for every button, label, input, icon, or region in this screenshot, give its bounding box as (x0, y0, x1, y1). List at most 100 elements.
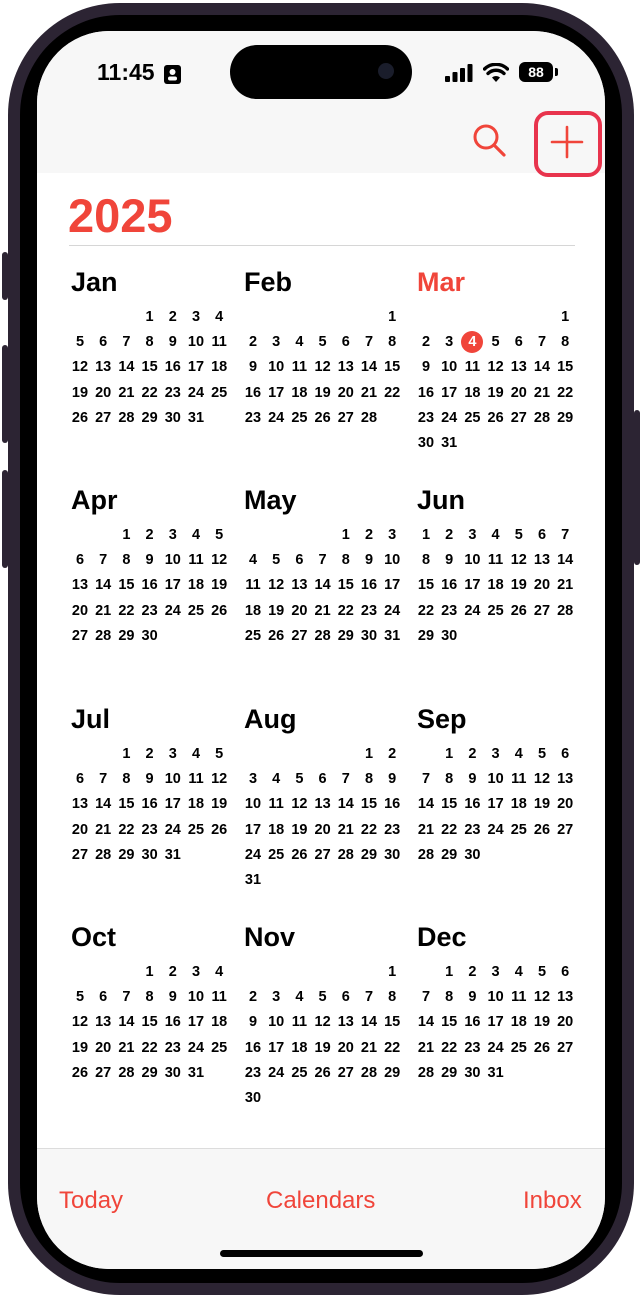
day-cell: 9 (248, 359, 258, 376)
day-cell: 19 (71, 384, 89, 401)
day-cell: 18 (291, 1039, 308, 1056)
month-sep[interactable]: Sep 1 2 3 4 5 6 7 8 9 10 11 12 13 14 15 16 17 18 19 20 21 22 23… (415, 704, 579, 914)
day-cell: 17 (268, 1039, 285, 1056)
day-cell: 17 (187, 359, 205, 376)
home-indicator[interactable] (220, 1250, 423, 1257)
dynamic-island (230, 45, 412, 99)
day-cell: 4 (272, 771, 281, 788)
day-cell: 17 (384, 577, 401, 594)
month-mar[interactable]: Mar 1 2 3 4 5 6 7 8 9 10 11 12 13 14 15 16 17 18 19 20 21 22 23… (415, 267, 579, 477)
day-cell: 23 (141, 602, 158, 619)
today-tab[interactable]: Today (59, 1187, 123, 1215)
day-cell: 20 (557, 1014, 574, 1031)
inbox-tab[interactable]: Inbox (523, 1187, 582, 1215)
search-icon[interactable] (472, 123, 506, 157)
month-nov[interactable]: Nov 1 2 3 4 5 6 7 8 9 10 11 12 13 14 15 16 17 18 19 20 21 22 23… (242, 922, 406, 1132)
day-cell: 1 (561, 309, 570, 325)
day-cell: 26 (510, 602, 527, 619)
day-cell: 21 (417, 821, 435, 838)
month-oct[interactable]: Oct 1 2 3 4 5 6 7 8 9 10 11 12 13 14 15 16 17 18 19 20 21 22 23… (69, 922, 233, 1132)
month-jun[interactable]: Jun 1 2 3 4 5 6 7 8 9 10 11 12 13 14 15 16 17 18 19 20 21 22 23… (415, 485, 579, 695)
day-cell: 2 (248, 334, 258, 351)
day-cell: 1 (421, 527, 431, 543)
day-cell: 31 (384, 627, 401, 644)
day-cell: 13 (95, 1014, 112, 1031)
day-cell: 17 (164, 577, 181, 594)
day-cell: 21 (360, 1039, 378, 1056)
month-feb[interactable]: Feb 1 2 3 4 5 6 7 8 9 10 11 12 13 14 15 16 17 18 19 20 21 22 23… (242, 267, 406, 477)
day-cell: 22 (337, 602, 354, 619)
day-cell: 16 (164, 359, 181, 376)
day-cell: 28 (95, 846, 112, 863)
calendars-tab[interactable]: Calendars (266, 1187, 375, 1215)
day-cell: 1 (388, 964, 397, 980)
day-cell: 5 (272, 552, 281, 569)
plus-icon[interactable] (550, 125, 584, 159)
day-cell: 15 (384, 1014, 401, 1031)
day-cell: 24 (164, 602, 181, 619)
day-cell: 19 (533, 796, 551, 813)
month-aug[interactable]: Aug 1 2 3 4 5 6 7 8 9 10 11 12 13 14 15 16 17 18 19 20 21 22 23… (242, 704, 406, 914)
day-cell: 11 (211, 989, 227, 1006)
day-cell: 14 (95, 796, 112, 813)
day-cell: 25 (211, 1039, 228, 1056)
day-cell: 19 (71, 1039, 89, 1056)
day-cell: 19 (211, 577, 228, 594)
day-cell: 29 (384, 1064, 401, 1081)
day-cell: 26 (314, 1064, 331, 1081)
action-button (2, 252, 8, 300)
day-cell: 14 (118, 1014, 135, 1031)
day-cell: 18 (211, 359, 228, 376)
day-cell: 1 (445, 746, 454, 762)
day-cell: 20 (557, 796, 574, 813)
day-cell: 23 (384, 821, 401, 838)
day-cell: 7 (561, 527, 570, 543)
day-cell: 24 (384, 602, 401, 619)
day-cell: 31 (164, 846, 181, 863)
day-cell: 7 (318, 552, 327, 569)
day-cell: 15 (141, 359, 158, 376)
day-cell: 10 (268, 1014, 285, 1031)
day-cell: 1 (341, 527, 350, 543)
month-dec[interactable]: Dec 1 2 3 4 5 6 7 8 9 10 11 12 13 14 15 16 17 18 19 20 21 22 23… (415, 922, 579, 1132)
day-cell: 1 (145, 309, 154, 325)
day-cell: 3 (491, 746, 500, 762)
month-jul[interactable]: Jul 1 2 3 4 5 6 7 8 9 10 11 12 13 14 15 16 17 18 19 20 21 22 23… (69, 704, 233, 914)
day-cell: 21 (557, 577, 574, 594)
month-jan[interactable]: Jan 1 2 3 4 5 6 7 8 9 10 11 12 13 14 15 16 17 18 19 20 21 22 23… (69, 267, 233, 477)
day-cell: 8 (561, 334, 570, 351)
day-cell: 4 (514, 746, 523, 762)
day-cell: 22 (384, 384, 401, 401)
day-cell: 10 (164, 552, 181, 569)
day-cell: 28 (417, 1064, 435, 1081)
day-cell: 9 (468, 989, 477, 1006)
day-cell: 5 (215, 746, 224, 762)
day-cell: 12 (71, 1014, 89, 1031)
day-cell: 25 (487, 602, 504, 619)
month-may[interactable]: May 1 2 3 4 5 6 7 8 9 10 11 12 13 14 15 16 17 18 19 20 21 22 23… (242, 485, 406, 695)
day-cell: 19 (211, 796, 228, 813)
day-cell: 23 (417, 409, 435, 426)
day-cell: 29 (417, 627, 435, 644)
month-name: Sep (417, 704, 467, 734)
month-apr[interactable]: Apr 1 2 3 4 5 6 7 8 9 10 11 12 13 14 15 16 17 18 19 20 21 22 23… (69, 485, 233, 695)
day-cell: 17 (487, 796, 504, 813)
day-cell: 14 (95, 577, 112, 594)
day-cell: 18 (244, 602, 262, 619)
day-cell: 9 (364, 552, 374, 569)
day-cell: 16 (244, 384, 262, 401)
day-cell: 7 (122, 989, 131, 1006)
day-cell: 8 (445, 989, 454, 1006)
day-cell: 6 (561, 964, 570, 980)
day-cell: 14 (337, 796, 354, 813)
day-cell: 11 (511, 771, 527, 788)
day-cell: 4 (491, 527, 500, 543)
day-cell: 3 (468, 527, 477, 543)
day-cell: 30 (417, 435, 435, 451)
day-cell: 31 (187, 1064, 205, 1081)
day-cell: 25 (268, 846, 285, 863)
day-cell: 29 (557, 409, 574, 426)
day-cell: 15 (118, 577, 135, 594)
day-cell: 12 (487, 359, 504, 376)
day-cell: 12 (211, 771, 228, 788)
